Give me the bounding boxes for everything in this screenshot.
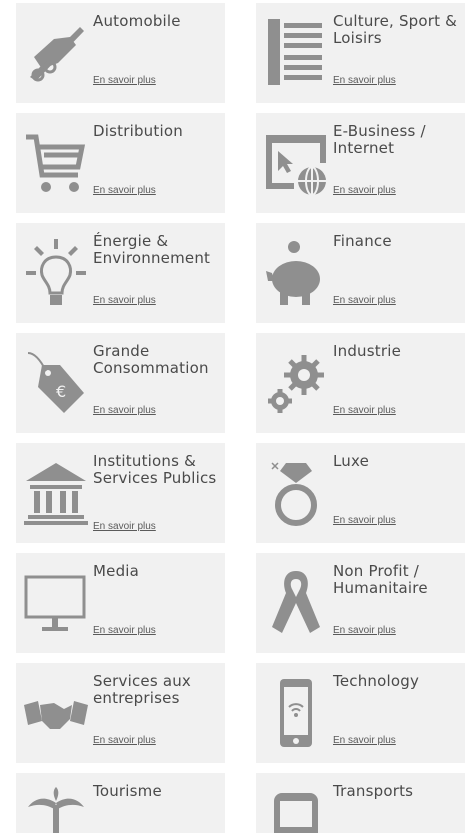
sector-grid: Automobile En savoir plus Culture, Sport… <box>16 3 465 833</box>
browser-globe-icon <box>260 121 332 205</box>
price-tag-icon: € <box>20 341 92 425</box>
learn-more-link[interactable]: En savoir plus <box>333 75 396 86</box>
handshake-icon <box>20 671 92 755</box>
sector-card-culture[interactable]: Culture, Sport & Loisirs En savoir plus <box>256 3 465 103</box>
learn-more-link[interactable]: En savoir plus <box>333 295 396 306</box>
sector-card-ebusiness[interactable]: E-Business / Internet En savoir plus <box>256 113 465 213</box>
bus-icon <box>260 781 332 833</box>
sector-card-energie[interactable]: Énergie & Environnement En savoir plus <box>16 223 225 323</box>
sector-title: Finance <box>333 232 392 250</box>
sector-title: E-Business / Internet <box>333 122 426 157</box>
learn-more-link[interactable]: En savoir plus <box>333 625 396 636</box>
car-crash-icon <box>20 11 92 95</box>
sector-card-luxe[interactable]: Luxe En savoir plus <box>256 443 465 543</box>
monitor-icon <box>20 561 92 645</box>
learn-more-link[interactable]: En savoir plus <box>333 405 396 416</box>
sector-card-finance[interactable]: Finance En savoir plus <box>256 223 465 323</box>
sector-card-tourisme[interactable]: Tourisme <box>16 773 225 833</box>
sector-title: Énergie & Environnement <box>93 232 211 267</box>
sector-title: Grande Consommation <box>93 342 209 377</box>
learn-more-link[interactable]: En savoir plus <box>333 515 396 526</box>
learn-more-link[interactable]: En savoir plus <box>93 185 156 196</box>
palm-tree-icon <box>20 781 92 833</box>
sector-title: Automobile <box>93 12 181 30</box>
institution-building-icon <box>20 451 92 535</box>
sector-card-technology[interactable]: Technology En savoir plus <box>256 663 465 763</box>
learn-more-link[interactable]: En savoir plus <box>93 735 156 746</box>
learn-more-link[interactable]: En savoir plus <box>93 521 156 532</box>
svg-text:€: € <box>56 382 66 401</box>
sector-card-grande-consommation[interactable]: € Grande Consommation En savoir plus <box>16 333 225 433</box>
piggy-bank-icon <box>260 231 332 315</box>
lightbulb-icon <box>20 231 92 315</box>
smartphone-icon <box>260 671 332 755</box>
sector-title: Technology <box>333 672 420 690</box>
sector-card-non-profit[interactable]: Non Profit / Humanitaire En savoir plus <box>256 553 465 653</box>
sector-card-industrie[interactable]: Industrie En savoir plus <box>256 333 465 433</box>
sector-title: Distribution <box>93 122 183 140</box>
learn-more-link[interactable]: En savoir plus <box>333 735 396 746</box>
learn-more-link[interactable]: En savoir plus <box>93 405 156 416</box>
ribbon-icon <box>260 561 332 645</box>
sector-card-distribution[interactable]: Distribution En savoir plus <box>16 113 225 213</box>
learn-more-link[interactable]: En savoir plus <box>93 75 156 86</box>
shopping-cart-icon <box>20 121 92 205</box>
sector-title: Services aux entreprises <box>93 672 191 707</box>
sector-title: Transports <box>333 782 414 800</box>
sector-title: Luxe <box>333 452 370 470</box>
diamond-ring-icon <box>260 451 332 535</box>
sector-card-transports[interactable]: Transports <box>256 773 465 833</box>
sector-title: Tourisme <box>93 782 162 800</box>
document-icon <box>260 11 332 95</box>
sector-card-media[interactable]: Media En savoir plus <box>16 553 225 653</box>
sector-title: Non Profit / Humanitaire <box>333 562 428 597</box>
sector-title: Industrie <box>333 342 402 360</box>
gears-icon <box>260 341 332 425</box>
sector-card-institutions[interactable]: Institutions & Services Publics En savoi… <box>16 443 225 543</box>
sector-title: Media <box>93 562 140 580</box>
learn-more-link[interactable]: En savoir plus <box>333 185 396 196</box>
learn-more-link[interactable]: En savoir plus <box>93 625 156 636</box>
sector-card-services[interactable]: Services aux entreprises En savoir plus <box>16 663 225 763</box>
learn-more-link[interactable]: En savoir plus <box>93 295 156 306</box>
sector-title: Institutions & Services Publics <box>93 452 217 487</box>
sector-card-automobile[interactable]: Automobile En savoir plus <box>16 3 225 103</box>
sector-title: Culture, Sport & Loisirs <box>333 12 458 47</box>
